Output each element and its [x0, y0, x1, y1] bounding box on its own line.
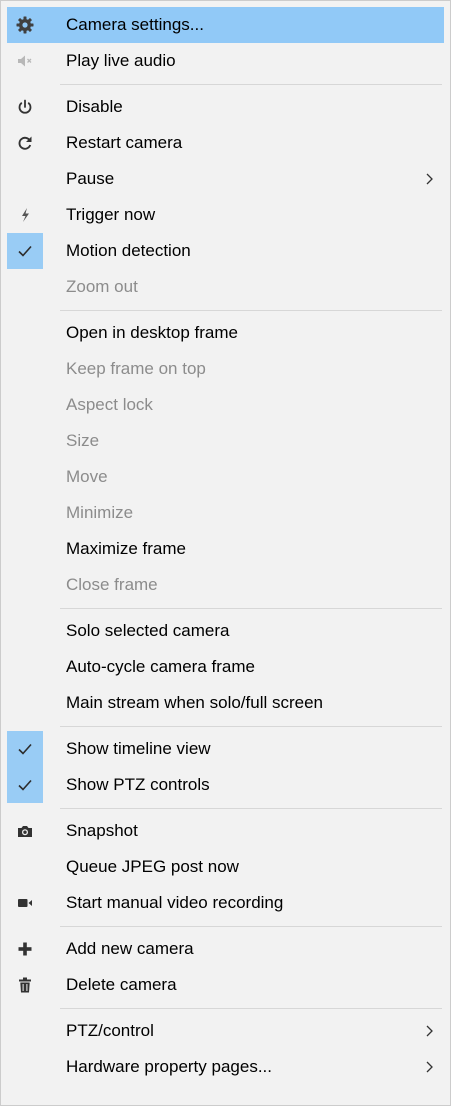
- menu-item-label: Show timeline view: [66, 739, 211, 758]
- menu-item-play-live-audio[interactable]: Play live audio: [7, 43, 444, 79]
- submenu-arrow-icon: [424, 1013, 434, 1049]
- menu-item-main-stream-solo[interactable]: Main stream when solo/full screen: [7, 685, 444, 721]
- menu-item-add-new-camera[interactable]: Add new camera: [7, 931, 444, 967]
- menu-item-label: Zoom out: [66, 277, 138, 296]
- menu-item-label: Motion detection: [66, 241, 191, 260]
- menu-item-queue-jpeg-post[interactable]: Queue JPEG post now: [7, 849, 444, 885]
- menu-item-label: Keep frame on top: [66, 359, 206, 378]
- menu-item-label: Minimize: [66, 503, 134, 522]
- menu-item-label: Camera settings...: [66, 15, 204, 34]
- menu-item-open-in-desktop-frame[interactable]: Open in desktop frame: [7, 315, 444, 351]
- menu-item-show-ptz-controls[interactable]: Show PTZ controls: [7, 767, 444, 803]
- menu-item-label: Disable: [66, 97, 123, 116]
- checkmark-icon: [7, 233, 43, 269]
- camera-context-menu: Camera settings... Play live audio Disab…: [0, 0, 451, 1106]
- menu-item-label: Show PTZ controls: [66, 775, 210, 794]
- menu-item-zoom-out[interactable]: Zoom out: [7, 269, 444, 305]
- lightning-icon: [7, 197, 43, 233]
- menu-separator: [60, 608, 442, 609]
- menu-item-label: Queue JPEG post now: [66, 857, 239, 876]
- menu-item-label: Hardware property pages...: [66, 1057, 272, 1076]
- menu-item-pause[interactable]: Pause: [7, 161, 444, 197]
- menu-item-close-frame[interactable]: Close frame: [7, 567, 444, 603]
- menu-item-auto-cycle-camera-frame[interactable]: Auto-cycle camera frame: [7, 649, 444, 685]
- menu-item-restart-camera[interactable]: Restart camera: [7, 125, 444, 161]
- menu-item-start-manual-recording[interactable]: Start manual video recording: [7, 885, 444, 921]
- menu-item-label: Open in desktop frame: [66, 323, 238, 342]
- menu-item-label: Restart camera: [66, 133, 183, 152]
- submenu-arrow-icon: [424, 1049, 434, 1085]
- plus-icon: [7, 931, 43, 967]
- menu-item-label: Close frame: [66, 575, 158, 594]
- menu-separator: [60, 84, 442, 85]
- menu-item-label: Delete camera: [66, 975, 177, 994]
- menu-item-motion-detection[interactable]: Motion detection: [7, 233, 444, 269]
- submenu-arrow-icon: [424, 161, 434, 197]
- menu-item-size[interactable]: Size: [7, 423, 444, 459]
- menu-item-move[interactable]: Move: [7, 459, 444, 495]
- menu-separator: [60, 808, 442, 809]
- camera-icon: [7, 813, 43, 849]
- menu-item-label: Snapshot: [66, 821, 138, 840]
- menu-item-label: Maximize frame: [66, 539, 186, 558]
- menu-item-label: Start manual video recording: [66, 893, 284, 912]
- refresh-icon: [7, 125, 43, 161]
- menu-item-label: Play live audio: [66, 51, 176, 70]
- menu-item-label: Aspect lock: [66, 395, 153, 414]
- speaker-muted-icon: [7, 43, 43, 79]
- gear-icon: [7, 7, 43, 43]
- menu-item-trigger-now[interactable]: Trigger now: [7, 197, 444, 233]
- menu-item-label: Move: [66, 467, 108, 486]
- menu-item-label: Main stream when solo/full screen: [66, 693, 324, 712]
- menu-item-label: Solo selected camera: [66, 621, 230, 640]
- menu-item-keep-frame-on-top[interactable]: Keep frame on top: [7, 351, 444, 387]
- menu-item-label: Pause: [66, 169, 115, 188]
- menu-item-snapshot[interactable]: Snapshot: [7, 813, 444, 849]
- menu-item-label: Size: [66, 431, 100, 450]
- video-camera-icon: [7, 885, 43, 921]
- menu-separator: [60, 926, 442, 927]
- menu-item-aspect-lock[interactable]: Aspect lock: [7, 387, 444, 423]
- menu-item-camera-settings[interactable]: Camera settings...: [7, 7, 444, 43]
- menu-item-disable[interactable]: Disable: [7, 89, 444, 125]
- menu-item-show-timeline-view[interactable]: Show timeline view: [7, 731, 444, 767]
- menu-item-solo-selected-camera[interactable]: Solo selected camera: [7, 613, 444, 649]
- menu-item-label: PTZ/control: [66, 1021, 154, 1040]
- menu-item-hardware-property-pages[interactable]: Hardware property pages...: [7, 1049, 444, 1085]
- menu-separator: [60, 310, 442, 311]
- trash-icon: [7, 967, 43, 1003]
- menu-item-minimize[interactable]: Minimize: [7, 495, 444, 531]
- power-icon: [7, 89, 43, 125]
- checkmark-icon: [7, 731, 43, 767]
- menu-separator: [60, 1008, 442, 1009]
- menu-item-label: Trigger now: [66, 205, 156, 224]
- checkmark-icon: [7, 767, 43, 803]
- menu-item-delete-camera[interactable]: Delete camera: [7, 967, 444, 1003]
- menu-item-label: Auto-cycle camera frame: [66, 657, 255, 676]
- menu-item-ptz-control[interactable]: PTZ/control: [7, 1013, 444, 1049]
- menu-item-maximize-frame[interactable]: Maximize frame: [7, 531, 444, 567]
- menu-separator: [60, 726, 442, 727]
- menu-item-label: Add new camera: [66, 939, 194, 958]
